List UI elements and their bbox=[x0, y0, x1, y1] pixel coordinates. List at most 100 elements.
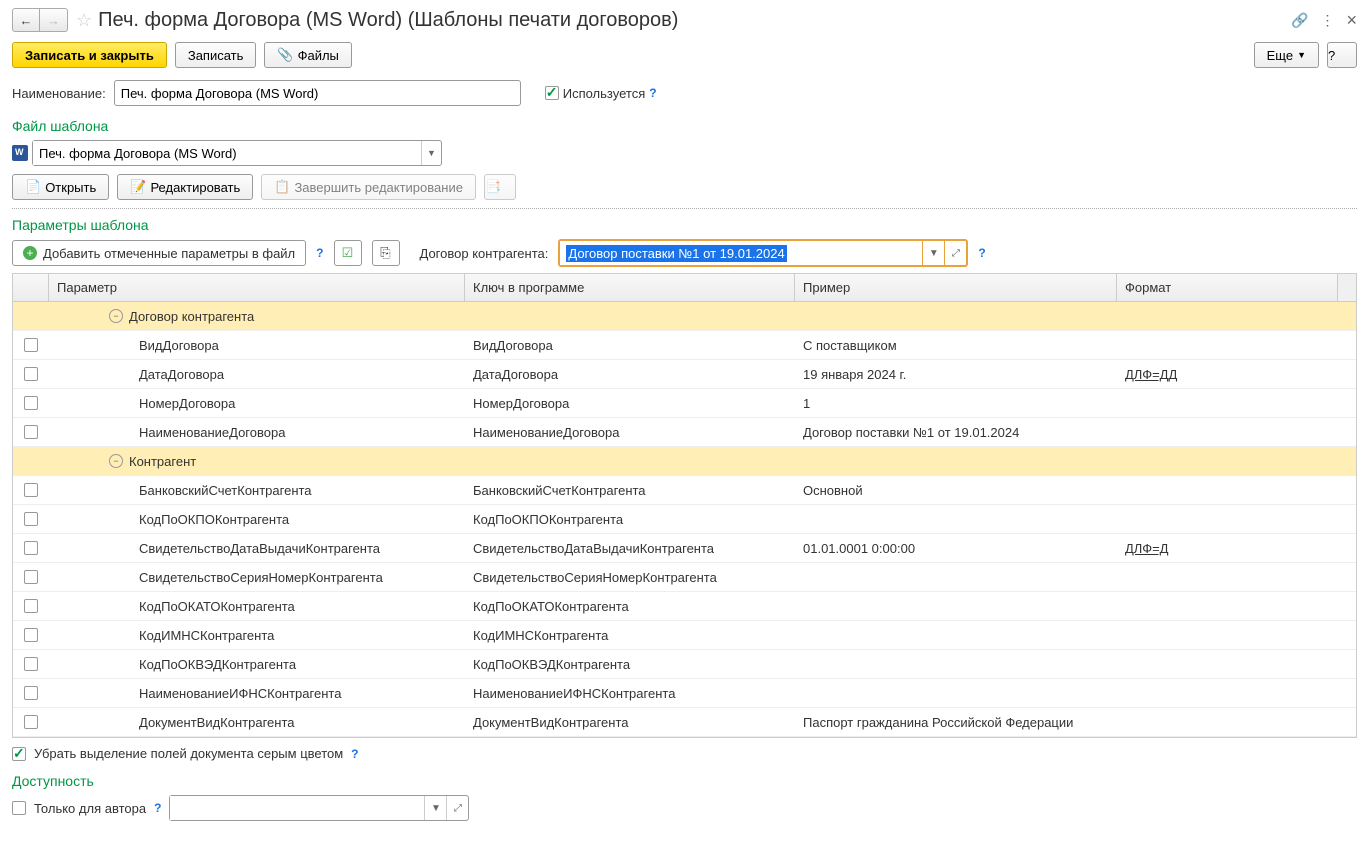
row-checkbox[interactable] bbox=[24, 715, 38, 729]
help-icon[interactable]: ? bbox=[649, 86, 656, 100]
param-key: КодПоОКВЭДКонтрагента bbox=[473, 657, 630, 672]
row-checkbox[interactable] bbox=[24, 425, 38, 439]
help-button[interactable]: ? bbox=[1327, 42, 1357, 68]
remove-gray-checkbox[interactable] bbox=[12, 747, 26, 761]
row-checkbox[interactable] bbox=[24, 396, 38, 410]
check-all-button[interactable]: ☑ bbox=[334, 240, 362, 266]
name-input[interactable] bbox=[114, 80, 521, 106]
table-row[interactable]: КодПоОКВЭДКонтрагента КодПоОКВЭДКонтраген… bbox=[13, 650, 1356, 679]
plus-icon: + bbox=[23, 246, 37, 260]
contract-label: Договор контрагента: bbox=[420, 246, 549, 261]
param-key: СвидетельствоСерияНомерКонтрагента bbox=[473, 570, 717, 585]
row-checkbox[interactable] bbox=[24, 367, 38, 381]
save-close-button[interactable]: Записать и закрыть bbox=[12, 42, 167, 68]
row-checkbox[interactable] bbox=[24, 599, 38, 613]
table-row[interactable]: −Контрагент bbox=[13, 447, 1356, 476]
doc-icon: 📑 bbox=[485, 179, 501, 195]
add-params-button[interactable]: + Добавить отмеченные параметры в файл bbox=[12, 240, 306, 266]
row-checkbox[interactable] bbox=[24, 483, 38, 497]
param-example: Основной bbox=[803, 483, 863, 498]
collapse-icon[interactable]: − bbox=[109, 454, 123, 468]
save-button[interactable]: Записать bbox=[175, 42, 257, 68]
edit-button[interactable]: 📝Редактировать bbox=[117, 174, 253, 200]
row-checkbox[interactable] bbox=[24, 541, 38, 555]
collapse-icon[interactable]: − bbox=[109, 309, 123, 323]
help-icon[interactable]: ? bbox=[978, 246, 985, 260]
table-row[interactable]: КодПоОКАТОКонтрагентаКодПоОКАТОКонтраген… bbox=[13, 592, 1356, 621]
table-row[interactable]: СвидетельствоСерияНомерКонтрагентаСвидет… bbox=[13, 563, 1356, 592]
template-dropdown-arrow[interactable]: ▼ bbox=[421, 141, 441, 165]
row-checkbox[interactable] bbox=[24, 657, 38, 671]
open-button[interactable]: 📄Открыть bbox=[12, 174, 109, 200]
author-dropdown-arrow[interactable]: ▼ bbox=[424, 796, 446, 820]
link-icon[interactable]: 🔗 bbox=[1291, 12, 1308, 29]
contract-dropdown-arrow[interactable]: ▼ bbox=[922, 241, 944, 265]
table-row[interactable]: КодИМНСКонтрагентаКодИМНСКонтрагента bbox=[13, 621, 1356, 650]
table-row[interactable]: −Договор контрагента bbox=[13, 302, 1356, 331]
table-row[interactable]: ДокументВидКонтрагентаДокументВидКонтраг… bbox=[13, 708, 1356, 737]
author-only-checkbox[interactable] bbox=[12, 801, 26, 815]
row-checkbox[interactable] bbox=[24, 570, 38, 584]
help-icon[interactable]: ? bbox=[351, 747, 358, 761]
table-row[interactable]: БанковскийСчетКонтрагентаБанковскийСчетК… bbox=[13, 476, 1356, 505]
table-row[interactable]: НомерДоговораНомерДоговора1 bbox=[13, 389, 1356, 418]
row-checkbox[interactable] bbox=[24, 512, 38, 526]
param-example: Паспорт гражданина Российской Федерации bbox=[803, 715, 1073, 730]
more-button[interactable]: Еще ▼ bbox=[1254, 42, 1319, 68]
files-button[interactable]: 📎Файлы bbox=[264, 42, 352, 68]
param-name: ДатаДоговора bbox=[139, 367, 224, 382]
paperclip-icon: 📎 bbox=[277, 47, 293, 63]
param-format[interactable]: ДЛФ=Д bbox=[1125, 541, 1168, 556]
used-checkbox[interactable] bbox=[545, 86, 559, 100]
word-icon bbox=[12, 145, 28, 161]
row-checkbox[interactable] bbox=[24, 628, 38, 642]
param-key: НаименованиеИФНСКонтрагента bbox=[473, 686, 675, 701]
contract-open-icon[interactable]: ⤢ bbox=[944, 241, 966, 265]
name-label: Наименование: bbox=[12, 86, 106, 101]
col-example[interactable]: Пример bbox=[795, 274, 1117, 301]
row-checkbox[interactable] bbox=[24, 338, 38, 352]
contract-input[interactable]: Договор поставки №1 от 19.01.2024 bbox=[560, 241, 922, 265]
availability-section-title: Доступность bbox=[12, 773, 1357, 789]
param-name: КодИМНСКонтрагента bbox=[139, 628, 274, 643]
param-key: КодПоОКАТОКонтрагента bbox=[473, 599, 629, 614]
params-section-title: Параметры шаблона bbox=[12, 217, 1357, 233]
param-name: БанковскийСчетКонтрагента bbox=[139, 483, 312, 498]
author-input[interactable] bbox=[170, 796, 424, 820]
remove-gray-label: Убрать выделение полей документа серым ц… bbox=[34, 746, 343, 761]
param-key: НаименованиеДоговора bbox=[473, 425, 619, 440]
template-file-input[interactable] bbox=[33, 141, 421, 165]
table-row[interactable]: НаименованиеИФНСКонтрагентаНаименованиеИ… bbox=[13, 679, 1356, 708]
help-icon[interactable]: ? bbox=[316, 246, 323, 260]
col-key[interactable]: Ключ в программе bbox=[465, 274, 795, 301]
params-table: Параметр Ключ в программе Пример Формат … bbox=[12, 273, 1357, 738]
favorite-star-icon[interactable]: ☆ bbox=[76, 10, 92, 31]
param-key: СвидетельствоДатаВыдачиКонтрагента bbox=[473, 541, 714, 556]
param-name: Договор контрагента bbox=[129, 309, 254, 324]
copy-button[interactable]: ⎘ bbox=[372, 240, 400, 266]
table-row[interactable]: ДатаДоговораДатаДоговора19 января 2024 г… bbox=[13, 360, 1356, 389]
edit-icon: 📝 bbox=[130, 179, 146, 195]
param-format[interactable]: ДЛФ=ДД bbox=[1125, 367, 1177, 382]
finish-edit-button: 📋Завершить редактирование bbox=[261, 174, 476, 200]
param-name: КодПоОКВЭДКонтрагента bbox=[139, 657, 296, 672]
table-row[interactable]: ВидДоговораВидДоговораС поставщиком bbox=[13, 331, 1356, 360]
finish-icon: 📋 bbox=[274, 179, 290, 195]
help-icon[interactable]: ? bbox=[154, 801, 161, 815]
template-file-section-title: Файл шаблона bbox=[12, 118, 1357, 134]
nav-forward-button[interactable]: → bbox=[40, 8, 68, 32]
col-param[interactable]: Параметр bbox=[49, 274, 465, 301]
param-example: Договор поставки №1 от 19.01.2024 bbox=[803, 425, 1019, 440]
nav-back-button[interactable]: ← bbox=[12, 8, 40, 32]
col-format[interactable]: Формат bbox=[1117, 274, 1338, 301]
row-checkbox[interactable] bbox=[24, 686, 38, 700]
table-row[interactable]: НаименованиеДоговораНаименованиеДоговора… bbox=[13, 418, 1356, 447]
menu-dots-icon[interactable]: ⋮ bbox=[1320, 12, 1334, 29]
param-key: НомерДоговора bbox=[473, 396, 569, 411]
table-row[interactable]: СвидетельствоДатаВыдачиКонтрагентаСвидет… bbox=[13, 534, 1356, 563]
author-open-icon[interactable]: ⤢ bbox=[446, 796, 468, 820]
param-example: 19 января 2024 г. bbox=[803, 367, 906, 382]
close-icon[interactable]: × bbox=[1346, 10, 1357, 31]
table-row[interactable]: КодПоОКПОКонтрагентаКодПоОКПОКонтрагента bbox=[13, 505, 1356, 534]
param-name: Контрагент bbox=[129, 454, 196, 469]
